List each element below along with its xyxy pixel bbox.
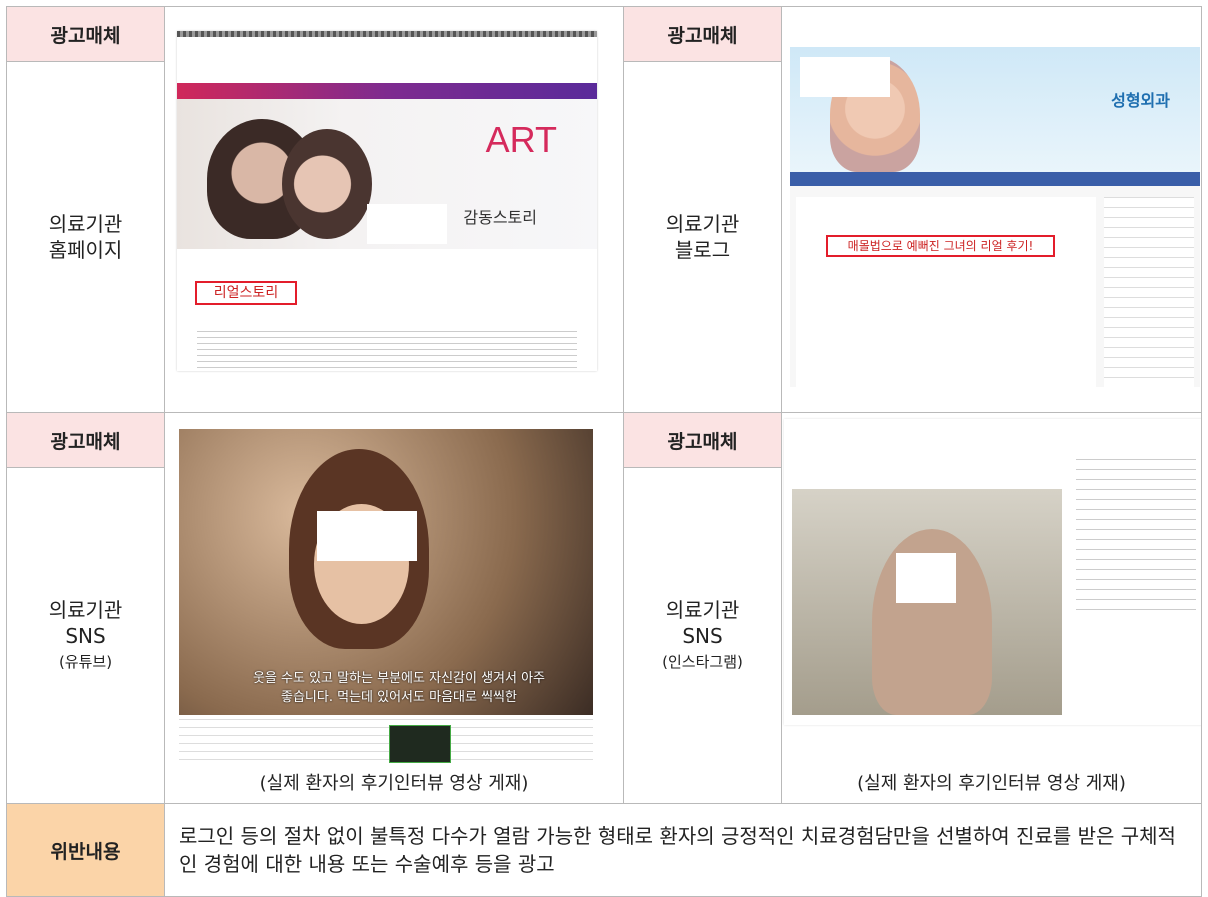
- ad-media-header: 광고매체: [623, 411, 782, 469]
- blog-post-title: 매몰법으로 예뻐진 그녀의 리얼 후기!: [826, 235, 1055, 257]
- ad-media-header: 광고매체: [6, 411, 165, 469]
- row2-left-label: 의료기관 SNS (유튜브): [6, 467, 165, 804]
- youtube-screenshot: 웃을 수도 있고 말하는 부분에도 자신감이 생겨서 아주 좋습니다. 먹는데 …: [164, 412, 624, 804]
- instagram-screenshot: (실제 환자의 후기인터뷰 영상 게재): [781, 412, 1202, 804]
- row1-right-label: 의료기관 블로그: [623, 61, 782, 413]
- row2-right-label: 의료기관 SNS (인스타그램): [623, 467, 782, 804]
- ad-media-table: 광고매체 ART 감동스토리 리얼스토리 광고매체 성형외과 매몰법으로 예뻐진…: [6, 5, 1202, 897]
- youtube-mock: 웃을 수도 있고 말하는 부분에도 자신감이 생겨서 아주 좋습니다. 먹는데 …: [179, 429, 593, 765]
- youtube-subtitle: 웃을 수도 있고 말하는 부분에도 자신감이 생겨서 아주 좋습니다. 먹는데 …: [252, 671, 546, 705]
- blog-mock: 성형외과 매몰법으로 예뻐진 그녀의 리얼 후기!: [790, 47, 1200, 387]
- homepage-heading: 감동스토리: [463, 208, 537, 227]
- ad-media-header: 광고매체: [6, 5, 165, 63]
- homepage-brand: ART: [485, 119, 557, 160]
- homepage-screenshot: ART 감동스토리 리얼스토리: [164, 6, 624, 413]
- youtube-caption: (실제 환자의 후기인터뷰 영상 게재): [259, 773, 529, 794]
- row1-left-label: 의료기관 홈페이지: [6, 61, 165, 413]
- blog-screenshot: 성형외과 매몰법으로 예뻐진 그녀의 리얼 후기!: [781, 6, 1202, 413]
- instagram-mock: [784, 419, 1201, 725]
- ad-media-header: 광고매체: [623, 5, 782, 63]
- homepage-mock: ART 감동스토리 리얼스토리: [177, 31, 597, 371]
- blog-title: 성형외과: [1111, 91, 1170, 110]
- instagram-caption: (실제 환자의 후기인터뷰 영상 게재): [857, 773, 1126, 794]
- ad-violation-table-page: 광고매체 ART 감동스토리 리얼스토리 광고매체 성형외과 매몰법으로 예뻐진…: [0, 0, 1208, 897]
- violation-text: 로그인 등의 절차 없이 불특정 다수가 열람 가능한 형태로 환자의 긍정적인…: [164, 803, 1202, 897]
- violation-header: 위반내용: [6, 803, 165, 897]
- homepage-real-story-box: 리얼스토리: [195, 281, 297, 305]
